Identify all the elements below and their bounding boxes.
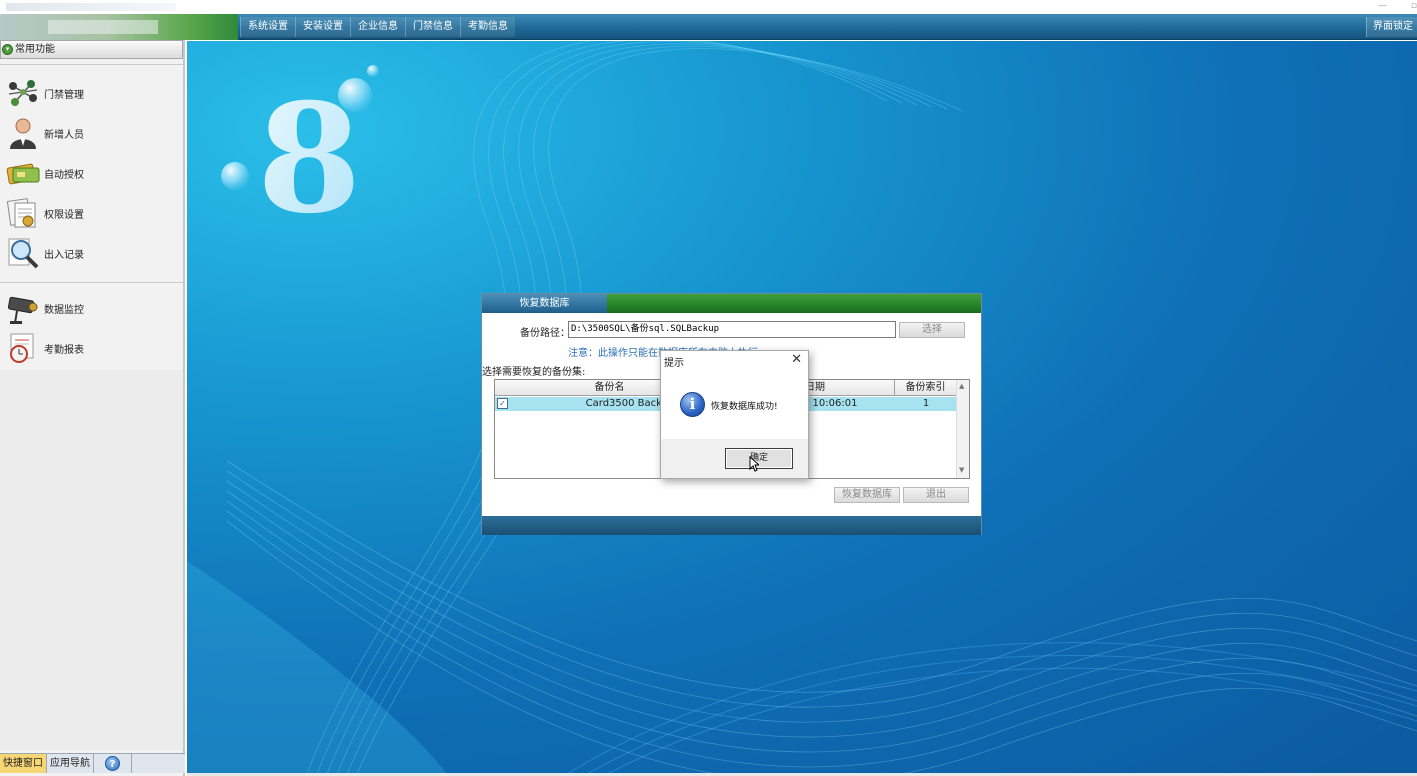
dialog-footer	[482, 516, 981, 535]
sidebar-item-attendance-report[interactable]: 考勤报表	[0, 330, 183, 366]
tab-help[interactable]: ?	[94, 754, 132, 773]
column-backup-index[interactable]: 备份索引	[895, 380, 957, 396]
sidebar-item-access-records[interactable]: 出入记录	[0, 235, 183, 271]
help-icon: ?	[105, 756, 120, 771]
message-box-title: 提示	[664, 358, 684, 369]
info-icon: i	[680, 392, 705, 417]
restore-database-button[interactable]: 恢复数据库	[834, 487, 900, 503]
backup-path-label: 备份路径：	[520, 328, 570, 339]
app-window: — ▫ 系统设置 安装设置 企业信息 门禁信息 考勤信息 界面锁定 ▾ 常用功能	[0, 0, 1417, 776]
sidebar-item-label: 考勤报表	[44, 344, 84, 356]
ok-button[interactable]: 确定	[725, 448, 793, 469]
cell-backup-index: 1	[922, 398, 930, 409]
menu-system-settings[interactable]: 系统设置	[240, 17, 295, 37]
dialog-title: 恢复数据库	[482, 294, 607, 313]
documents-icon	[5, 196, 41, 230]
message-box-titlebar: 提示 ✕	[661, 351, 808, 371]
message-box: 提示 ✕ i 恢复数据库成功! 确定	[660, 350, 809, 479]
card-icon	[5, 156, 41, 190]
sidebar-item-data-monitor[interactable]: 数据监控	[0, 290, 183, 326]
sidebar-item-permission-settings[interactable]: 权限设置	[0, 195, 183, 231]
clock-icon	[5, 331, 41, 365]
sidebar-item-label: 自动授权	[44, 169, 84, 181]
minimize-button[interactable]: —	[1378, 0, 1387, 12]
sidebar-item-label: 门禁管理	[44, 89, 84, 101]
menu-attendance-info[interactable]: 考勤信息	[460, 17, 515, 37]
sidebar-item-label: 数据监控	[44, 304, 84, 316]
top-menu-bar: 系统设置 安装设置 企业信息 门禁信息 考勤信息 界面锁定	[0, 14, 1417, 40]
close-icon[interactable]: ✕	[791, 352, 802, 367]
sidebar-item-access-control[interactable]: 门禁管理	[0, 75, 183, 111]
camera-icon	[5, 291, 41, 325]
sidebar-divider	[0, 64, 183, 65]
dialog-titlebar: 恢复数据库	[482, 294, 981, 313]
row-checkbox[interactable]: ✓	[497, 398, 508, 409]
message-box-body: i 恢复数据库成功!	[661, 371, 808, 439]
menu-company-info[interactable]: 企业信息	[350, 17, 405, 37]
sidebar-header-label: 常用功能	[15, 44, 55, 55]
choose-button[interactable]: 选择	[899, 322, 965, 338]
backup-path-input[interactable]: D:\3500SQL\备份sql.SQLBackup	[568, 321, 896, 338]
tab-shortcut-window[interactable]: 快捷窗口	[0, 754, 47, 773]
sidebar-item-auto-authorize[interactable]: 自动授权	[0, 155, 183, 191]
table-scrollbar[interactable]: ▲ ▼	[956, 380, 969, 478]
person-icon	[5, 116, 41, 150]
scroll-up-icon[interactable]: ▲	[959, 382, 964, 390]
title-strip: — ▫	[0, 0, 1417, 14]
magnifier-icon	[5, 236, 41, 270]
scroll-down-icon[interactable]: ▼	[959, 466, 964, 474]
sidebar-item-label: 新增人员	[44, 129, 84, 141]
menu-install-settings[interactable]: 安装设置	[295, 17, 350, 37]
tab-app-navigation[interactable]: 应用导航	[47, 754, 94, 773]
sidebar-item-label: 出入记录	[44, 249, 84, 261]
collapse-icon: ▾	[2, 44, 13, 55]
window-title-blurred	[6, 3, 176, 11]
sidebar-item-label: 权限设置	[44, 209, 84, 221]
select-backup-label: 选择需要恢复的备份集:	[482, 367, 586, 378]
sidebar-bottom-tabs: 快捷窗口 应用导航 ?	[0, 753, 185, 773]
sidebar-header[interactable]: ▾ 常用功能	[0, 40, 183, 59]
lock-ui-button[interactable]: 界面锁定	[1366, 17, 1417, 37]
app-logo	[0, 14, 238, 40]
sidebar-empty-area	[0, 370, 183, 750]
exit-button[interactable]: 退出	[903, 487, 969, 503]
network-icon	[5, 76, 41, 110]
menu-access-info[interactable]: 门禁信息	[405, 17, 460, 37]
sidebar-item-new-person[interactable]: 新增人员	[0, 115, 183, 151]
mouse-cursor-icon	[749, 456, 759, 472]
restore-button[interactable]: ▫	[1411, 0, 1417, 12]
left-panel: ▾ 常用功能 门禁管理 新增人员 自动授权 权限设置 出入记录 数据监控 考勤报…	[0, 40, 185, 776]
sidebar-divider	[0, 282, 183, 283]
message-text: 恢复数据库成功!	[711, 402, 778, 412]
